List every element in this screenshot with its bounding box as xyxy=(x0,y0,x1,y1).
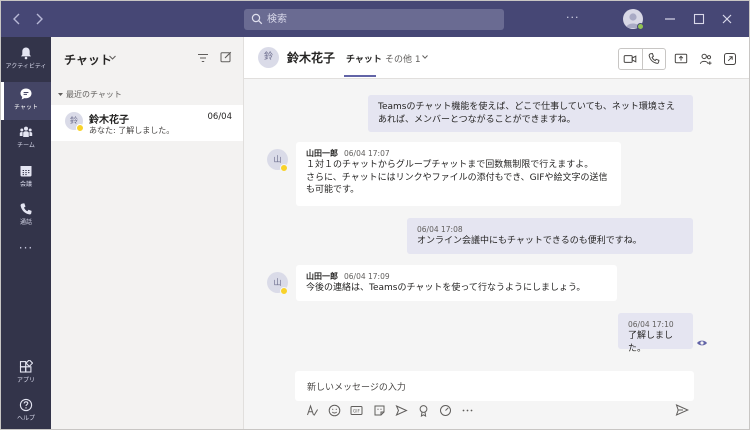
rail-label: チャット xyxy=(14,104,38,111)
conversation-pane: 鈴 鈴木花子 チャット その他 1 Teamsのチャット機能を使えば、どこで仕事… xyxy=(244,37,749,429)
available-status-icon xyxy=(637,23,644,30)
message-line: Teamsのチャット機能を使えば、どこで仕事していても、ネット環境さえ xyxy=(378,102,675,112)
call-buttons xyxy=(618,48,666,70)
audio-call-icon[interactable] xyxy=(647,52,661,66)
away-status-icon xyxy=(76,124,84,132)
message-author: 山田一郎 xyxy=(306,272,338,281)
message-time: 06/04 17:07 xyxy=(344,149,390,158)
message-outgoing[interactable]: 06/04 17:10 了解しました。 xyxy=(618,313,693,354)
tab-chat[interactable]: チャット xyxy=(346,52,382,65)
new-chat-icon[interactable] xyxy=(220,51,232,63)
send-icon[interactable] xyxy=(675,403,690,417)
rail-item-activity[interactable]: アクティビティ xyxy=(1,41,51,79)
message-line: さらに、チャットにはリンクやファイルの添付もでき、GIFや絵文字の送信 xyxy=(306,172,608,183)
rail-item-chat[interactable]: チャット xyxy=(1,82,51,120)
add-people-icon[interactable] xyxy=(699,52,713,66)
message-line: 今後の連絡は、Teamsのチャットを使って行なうようにしましょう。 xyxy=(306,283,586,293)
chat-item-name: 鈴木花子 xyxy=(89,115,129,126)
message-outgoing[interactable]: 06/04 17:08 オンライン会議中にもチャットできるのも便利ですね。 xyxy=(407,218,693,254)
chat-icon xyxy=(19,87,33,101)
active-tab-indicator xyxy=(344,75,376,77)
message-line: １対１のチャットからグループチャットまで回数無制限で行えますよ。 xyxy=(306,160,594,170)
chat-list-pane: チャット 最近のチャット 鈴 鈴木花子 06/04 あなた: 了解しました。 xyxy=(51,37,244,429)
rail-label: アクティビティ xyxy=(5,63,47,70)
minimize-icon[interactable] xyxy=(663,12,677,26)
maximize-icon[interactable] xyxy=(692,12,706,26)
chevron-down-icon[interactable] xyxy=(421,53,429,63)
search-icon xyxy=(251,13,263,25)
away-status-icon xyxy=(280,287,288,295)
bell-icon xyxy=(19,46,33,60)
emoji-icon[interactable] xyxy=(328,404,341,417)
divider xyxy=(642,49,643,69)
rail-item-teams[interactable]: チーム xyxy=(1,120,51,158)
recent-chats-section[interactable]: 最近のチャット xyxy=(57,89,122,100)
more-options-icon[interactable]: ··· xyxy=(566,11,580,24)
phone-icon xyxy=(19,202,33,216)
chevron-down-icon[interactable] xyxy=(108,53,117,65)
title-bar: 検索 ··· xyxy=(1,1,749,37)
svg-text:GIF: GIF xyxy=(353,409,360,414)
chevron-left-icon[interactable] xyxy=(9,10,25,28)
rail-item-calls[interactable]: 通話 xyxy=(1,197,51,235)
message-meta: 山田一郎 06/04 17:09 xyxy=(306,271,607,282)
chevron-right-icon[interactable] xyxy=(31,10,47,28)
video-call-icon[interactable] xyxy=(623,52,637,66)
message-meta: 山田一郎 06/04 17:07 xyxy=(306,148,611,159)
format-icon[interactable] xyxy=(306,404,319,417)
chat-list-title[interactable]: チャット xyxy=(64,51,112,68)
tab-more[interactable]: その他 1 xyxy=(385,52,421,65)
rail-item-meetings[interactable]: 会議 xyxy=(1,159,51,197)
message-incoming[interactable]: 山田一郎 06/04 17:07 １対１のチャットからグループチャットまで回数無制… xyxy=(296,142,621,206)
more-apps-icon[interactable]: ··· xyxy=(1,241,51,255)
apps-icon xyxy=(19,359,34,374)
rail-label: 通話 xyxy=(19,219,32,226)
more-options-icon[interactable] xyxy=(461,404,474,417)
message-line: も可能です。 xyxy=(306,185,360,195)
away-status-icon xyxy=(280,164,288,172)
recent-chats-label: 最近のチャット xyxy=(66,90,122,99)
message-line: あれば、メンバーとつながることができますね。 xyxy=(378,114,576,125)
loop-icon[interactable] xyxy=(439,404,452,417)
compose-placeholder: 新しいメッセージの入力 xyxy=(307,383,406,393)
calendar-icon xyxy=(19,164,33,178)
praise-icon[interactable] xyxy=(417,404,430,417)
rail-label: 会議 xyxy=(19,181,32,188)
popout-icon[interactable] xyxy=(723,52,737,66)
rail-item-apps[interactable]: アプリ xyxy=(1,355,51,393)
seen-icon xyxy=(696,338,708,348)
message-line: 了解しました。 xyxy=(628,331,674,354)
rail-label: ヘルプ xyxy=(16,415,35,422)
gif-icon[interactable]: GIF xyxy=(350,404,363,417)
help-icon xyxy=(19,398,33,412)
search-input[interactable]: 検索 xyxy=(244,9,504,30)
filter-icon[interactable] xyxy=(197,52,209,64)
avatar[interactable]: 鈴 xyxy=(258,47,279,68)
sticker-icon[interactable] xyxy=(373,404,386,417)
close-icon[interactable] xyxy=(720,12,734,26)
rail-label: アプリ xyxy=(16,377,35,384)
chat-item-preview: あなた: 了解しました。 xyxy=(89,126,175,135)
rail-item-help[interactable]: ヘルプ xyxy=(1,393,51,429)
message-time: 06/04 17:09 xyxy=(344,272,390,281)
chat-item-date: 06/04 xyxy=(207,112,233,122)
app-rail: アクティビティ チャット チーム 会議 通話 ··· アプリ ヘルプ xyxy=(1,37,51,429)
conversation-header: 鈴 鈴木花子 チャット その他 1 xyxy=(244,37,749,79)
meet-now-icon[interactable] xyxy=(395,404,408,417)
share-screen-icon[interactable] xyxy=(674,52,688,66)
message-time: 06/04 17:08 xyxy=(417,225,463,234)
message-incoming[interactable]: 山田一郎 06/04 17:09 今後の連絡は、Teamsのチャットを使って行なう… xyxy=(296,265,617,301)
teams-icon xyxy=(19,125,33,139)
conversation-title: 鈴木花子 xyxy=(287,51,336,65)
message-outgoing[interactable]: Teamsのチャット機能を使えば、どこで仕事していても、ネット環境さえ あれば、… xyxy=(368,95,693,132)
message-line: オンライン会議中にもチャットできるのも便利ですね。 xyxy=(417,236,642,246)
message-author: 山田一郎 xyxy=(306,149,338,158)
teams-window: 検索 ··· アクティビティ チャット チーム 会議 通話 ··· アプリ ヘル… xyxy=(0,0,750,430)
chat-list-item[interactable]: 鈴 鈴木花子 06/04 あなた: 了解しました。 xyxy=(51,105,243,141)
rail-label: チーム xyxy=(17,142,35,149)
search-placeholder: 検索 xyxy=(267,14,287,25)
message-compose-box[interactable]: 新しいメッセージの入力 xyxy=(295,371,694,401)
message-time: 06/04 17:10 xyxy=(628,320,674,329)
